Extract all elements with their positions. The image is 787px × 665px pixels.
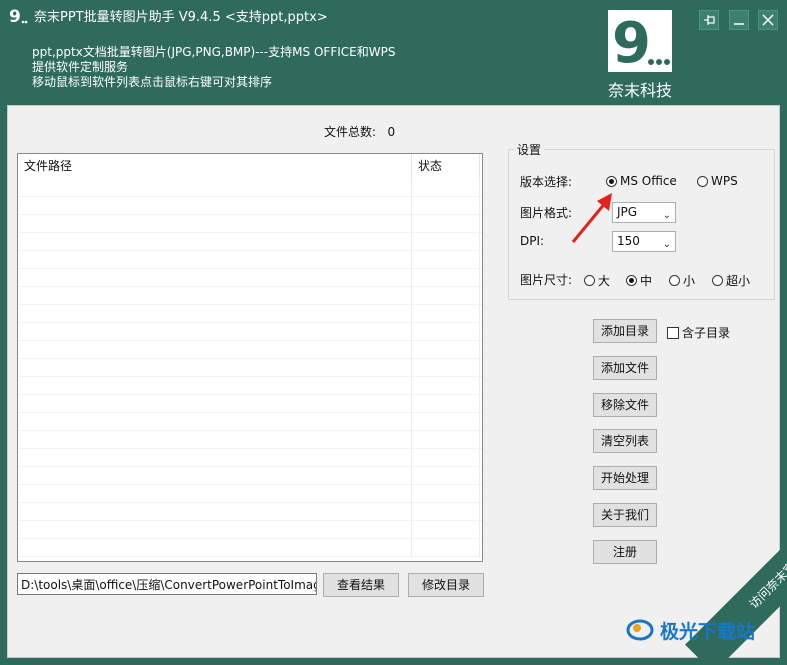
size-label: 图片尺寸:: [520, 273, 573, 287]
window-title: 奈末PPT批量转图片助手 V9.4.5 <支持ppt,pptx>: [34, 10, 328, 25]
radio-wps[interactable]: WPS: [697, 174, 738, 188]
annotation-arrow: [571, 193, 612, 243]
empty-row: [18, 485, 482, 503]
radio-wps-label: WPS: [711, 174, 738, 188]
close-icon: [762, 14, 774, 26]
radio-size-large-label: 大: [598, 274, 611, 288]
output-path-field[interactable]: D:\tools\桌面\office\压缩\ConvertPowerPointT…: [17, 573, 317, 595]
radio-ms-office-label: MS Office: [620, 174, 677, 188]
app-sort-hint: 移动鼠标到软件列表点击鼠标右键可对其排序: [32, 75, 273, 89]
empty-row: [18, 251, 482, 269]
add-file-button[interactable]: 添加文件: [593, 356, 657, 380]
modify-dir-button[interactable]: 修改目录: [408, 573, 484, 597]
remove-file-button[interactable]: 移除文件: [593, 393, 657, 417]
brand-name: 奈末科技: [607, 81, 672, 100]
empty-row: [18, 395, 482, 413]
file-list[interactable]: 文件路径 状态: [17, 153, 483, 562]
watermark-logo-icon: [626, 619, 654, 641]
chevron-down-icon: ⌄: [662, 210, 671, 221]
radio-ms-office-dot[interactable]: [606, 175, 617, 187]
chevron-down-icon: ⌄: [662, 239, 671, 250]
empty-row: [18, 179, 482, 197]
version-label: 版本选择:: [520, 175, 573, 189]
empty-row: [18, 521, 482, 539]
empty-row: [18, 449, 482, 467]
column-header-status[interactable]: 状态: [412, 154, 480, 179]
empty-row: [18, 215, 482, 233]
dpi-select[interactable]: 150 ⌄: [612, 231, 676, 252]
minimize-button[interactable]: [729, 10, 749, 30]
empty-row: [18, 269, 482, 287]
radio-size-extra-small-label: 超小: [726, 274, 751, 288]
file-total-value: 0: [387, 125, 396, 139]
dpi-select-value: 150: [617, 234, 640, 248]
radio-size-medium[interactable]: 中: [626, 272, 652, 289]
include-subdir-box[interactable]: [667, 326, 679, 339]
empty-row: [18, 359, 482, 377]
radio-size-large-dot[interactable]: [584, 275, 595, 286]
format-select[interactable]: JPG ⌄: [612, 202, 676, 223]
radio-size-small-dot[interactable]: [669, 275, 680, 286]
pin-button[interactable]: [699, 10, 719, 30]
radio-size-medium-label: 中: [640, 274, 653, 288]
svg-text:9: 9: [612, 11, 651, 72]
radio-size-extra-small[interactable]: 超小: [712, 272, 750, 289]
radio-size-small-label: 小: [683, 274, 696, 288]
column-header-path[interactable]: 文件路径: [18, 154, 412, 179]
close-button[interactable]: [758, 10, 778, 30]
file-list-rows: [18, 179, 482, 557]
file-total: 文件总数: 0: [324, 123, 395, 140]
settings-title: 设置: [514, 141, 545, 158]
pin-icon: [704, 15, 715, 25]
minimize-icon: [734, 23, 744, 25]
file-list-header: 文件路径 状态: [18, 154, 482, 179]
empty-row: [18, 467, 482, 485]
radio-size-small[interactable]: 小: [669, 272, 695, 289]
title-bar: 9 奈末PPT批量转图片助手 V9.4.5 <支持ppt,pptx> ppt,p…: [0, 0, 787, 104]
radio-ms-office[interactable]: MS Office: [606, 174, 677, 188]
dpi-label: DPI:: [520, 234, 545, 248]
empty-row: [18, 539, 482, 557]
view-result-button[interactable]: 查看结果: [323, 573, 399, 597]
radio-size-large[interactable]: 大: [584, 272, 610, 289]
clear-list-button[interactable]: 清空列表: [593, 429, 657, 453]
app-logo-icon: 9: [8, 6, 28, 26]
empty-row: [18, 341, 482, 359]
format-label: 图片格式:: [520, 206, 573, 220]
include-subdir-label: 含子目录: [682, 326, 731, 340]
radio-size-extra-small-dot[interactable]: [712, 275, 723, 286]
empty-row: [18, 287, 482, 305]
empty-row: [18, 305, 482, 323]
brand-logo: 9: [608, 10, 672, 76]
include-subdir-checkbox[interactable]: 含子目录: [667, 324, 730, 341]
radio-size-medium-dot[interactable]: [626, 275, 637, 286]
format-select-value: JPG: [617, 205, 638, 219]
watermark-brand: 极光下载站: [660, 621, 756, 643]
empty-row: [18, 377, 482, 395]
svg-text:9: 9: [9, 7, 21, 26]
empty-row: [18, 197, 482, 215]
empty-row: [18, 431, 482, 449]
add-dir-button[interactable]: 添加目录: [593, 319, 657, 343]
file-total-label: 文件总数:: [324, 125, 377, 139]
empty-row: [18, 323, 482, 341]
empty-row: [18, 413, 482, 431]
empty-row: [18, 503, 482, 521]
empty-row: [18, 233, 482, 251]
radio-wps-dot[interactable]: [697, 175, 708, 187]
